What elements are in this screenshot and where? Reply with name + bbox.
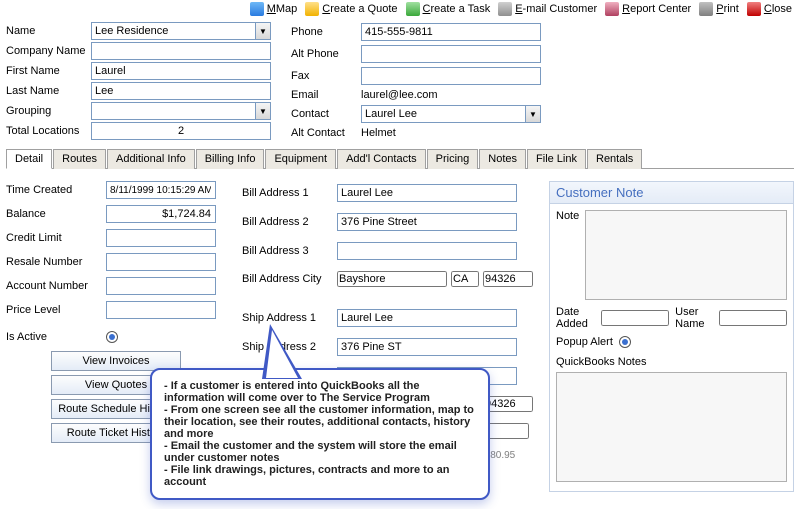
note-textarea[interactable] <box>585 210 787 300</box>
customer-note-panel: Customer Note Note Date Added User Name … <box>549 181 794 492</box>
altcontact-value: Helmet <box>361 127 541 139</box>
user-name-field[interactable] <box>719 310 787 326</box>
tab-addcontacts[interactable]: Add'l Contacts <box>337 149 426 169</box>
bubble-line: - From one screen see all the customer i… <box>164 404 476 440</box>
quote-icon <box>305 2 319 16</box>
bill-addr2-field[interactable] <box>337 213 517 231</box>
phone-field[interactable] <box>361 23 541 41</box>
total-loc-field[interactable] <box>91 122 271 140</box>
print-link[interactable]: Print <box>699 2 739 16</box>
toolbar: MMap Create a Quote Create a Task E-mail… <box>0 0 800 18</box>
ship-addr1-field[interactable] <box>337 309 517 327</box>
tab-routes[interactable]: Routes <box>53 149 106 169</box>
account-label: Account Number <box>6 280 106 292</box>
qb-notes-textarea[interactable] <box>556 372 787 482</box>
bill-state-field[interactable] <box>451 271 479 287</box>
name-label: Name <box>6 25 91 37</box>
fax-field[interactable] <box>361 67 541 85</box>
bubble-line: - If a customer is entered into QuickBoo… <box>164 380 476 404</box>
tab-detail[interactable]: Detail <box>6 149 52 169</box>
create-quote-link[interactable]: Create a Quote <box>305 2 397 16</box>
contact-dropdown[interactable]: ▼ <box>525 105 541 123</box>
is-active-label: Is Active <box>6 331 106 343</box>
ship-addr1-label: Ship Address 1 <box>242 312 337 324</box>
bill-addr1-field[interactable] <box>337 184 517 202</box>
contact-field[interactable] <box>361 105 525 123</box>
report-center-link[interactable]: Report Center <box>605 2 691 16</box>
balance-field[interactable] <box>106 205 216 223</box>
last-label: Last Name <box>6 85 91 97</box>
close-icon <box>747 2 761 16</box>
user-name-label: User Name <box>675 306 713 330</box>
is-active-radio[interactable] <box>106 331 118 343</box>
altphone-label: Alt Phone <box>291 48 361 60</box>
total-loc-label: Total Locations <box>6 125 91 137</box>
balance-label: Balance <box>6 208 106 220</box>
header-grid: Name ▼ Company Name First Name Last Name… <box>0 18 800 144</box>
bubble-line: - File link drawings, pictures, contract… <box>164 464 476 488</box>
bill-city-field[interactable] <box>337 271 447 287</box>
bill-addr3-label: Bill Address 3 <box>242 245 337 257</box>
create-task-link[interactable]: Create a Task <box>406 2 491 16</box>
email-icon <box>498 2 512 16</box>
customer-note-title: Customer Note <box>550 182 793 204</box>
tab-equipment[interactable]: Equipment <box>265 149 336 169</box>
group-field[interactable] <box>91 102 255 120</box>
group-dropdown[interactable]: ▼ <box>255 102 271 120</box>
ship-addr2-field[interactable] <box>337 338 517 356</box>
credit-limit-field[interactable] <box>106 229 216 247</box>
company-field[interactable] <box>91 42 271 60</box>
account-field[interactable] <box>106 277 216 295</box>
phone-label: Phone <box>291 26 361 38</box>
name-dropdown[interactable]: ▼ <box>255 22 271 40</box>
resale-label: Resale Number <box>6 256 106 268</box>
group-label: Grouping <box>6 105 91 117</box>
tab-billing[interactable]: Billing Info <box>196 149 265 169</box>
tab-pricing[interactable]: Pricing <box>427 149 479 169</box>
email-value: laurel@lee.com <box>361 89 541 101</box>
time-created-label: Time Created <box>6 184 106 196</box>
time-created-field[interactable] <box>106 181 216 199</box>
fax-label: Fax <box>291 70 361 82</box>
bubble-line: - Email the customer and the system will… <box>164 440 476 464</box>
qb-notes-label: QuickBooks Notes <box>556 356 646 368</box>
contact-label: Contact <box>291 108 361 120</box>
tab-filelink[interactable]: File Link <box>527 149 586 169</box>
email-label: Email <box>291 89 361 101</box>
credit-limit-label: Credit Limit <box>6 232 106 244</box>
tab-strip: Detail Routes Additional Info Billing In… <box>6 148 794 169</box>
ship-zip-field[interactable] <box>483 396 533 412</box>
tab-addinfo[interactable]: Additional Info <box>107 149 195 169</box>
bill-zip-field[interactable] <box>483 271 533 287</box>
name-field[interactable] <box>91 22 255 40</box>
first-field[interactable] <box>91 62 271 80</box>
tab-notes[interactable]: Notes <box>479 149 526 169</box>
callout-bubble: - If a customer is entered into QuickBoo… <box>150 368 490 500</box>
tab-rentals[interactable]: Rentals <box>587 149 642 169</box>
close-link[interactable]: Close <box>747 2 792 16</box>
popup-alert-radio[interactable] <box>619 336 631 348</box>
report-icon <box>605 2 619 16</box>
altcontact-label: Alt Contact <box>291 127 361 139</box>
company-label: Company Name <box>6 45 91 57</box>
print-icon <box>699 2 713 16</box>
bill-addr1-label: Bill Address 1 <box>242 187 337 199</box>
price-level-field[interactable] <box>106 301 216 319</box>
bill-addr2-label: Bill Address 2 <box>242 216 337 228</box>
first-label: First Name <box>6 65 91 77</box>
task-icon <box>406 2 420 16</box>
bill-addr3-field[interactable] <box>337 242 517 260</box>
email-customer-link[interactable]: E-mail Customer <box>498 2 597 16</box>
map-link[interactable]: MMap <box>250 2 298 16</box>
last-field[interactable] <box>91 82 271 100</box>
resale-field[interactable] <box>106 253 216 271</box>
price-level-label: Price Level <box>6 304 106 316</box>
altphone-field[interactable] <box>361 45 541 63</box>
date-added-field[interactable] <box>601 310 669 326</box>
bill-city-label: Bill Address City <box>242 273 337 285</box>
date-added-label: Date Added <box>556 306 595 330</box>
note-label: Note <box>556 210 579 300</box>
popup-alert-label: Popup Alert <box>556 336 613 348</box>
map-icon <box>250 2 264 16</box>
